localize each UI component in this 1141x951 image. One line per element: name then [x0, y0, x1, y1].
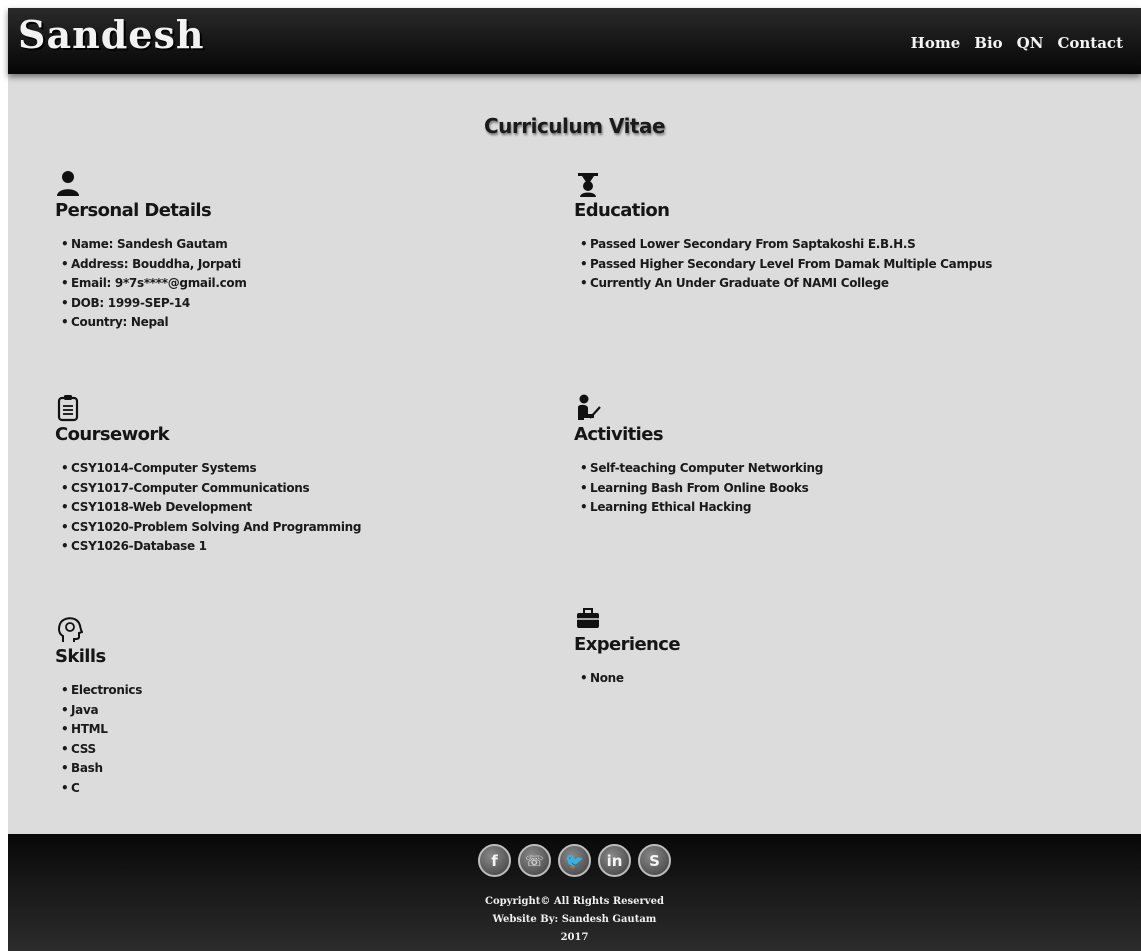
list-item: • Currently An Under Graduate Of NAMI Col…: [580, 276, 889, 291]
skills-list: • Electronics • Java • HTML • CSS • Bash • C: [55, 681, 595, 799]
graduate-icon: [578, 173, 598, 197]
section-education: Education • Passed Lower Secondary From S…: [574, 170, 1114, 294]
clipboard-icon: [57, 395, 79, 422]
list-item: • HTML: [61, 722, 108, 737]
nav-link-contact[interactable]: Contact: [1057, 34, 1123, 52]
list-item: • Name: Sandesh Gautam: [61, 237, 228, 251]
site-footer: f ☏ 🐦 in S Copyright© All Rights Reserve…: [8, 834, 1141, 951]
section-title: Experience: [574, 634, 681, 655]
personal-details-list: • Name: Sandesh Gautam • Address: Bouddha,…: [55, 235, 595, 333]
credit-text: Website By: Sandesh Gautam: [492, 914, 657, 925]
social-links: f ☏ 🐦 in S: [8, 844, 1141, 877]
list-item: • Passed Higher Secondary Level From Dama…: [580, 256, 993, 271]
user-icon: [57, 171, 79, 196]
list-item: • Self-teaching Computer Networking: [580, 461, 824, 475]
list-item: • CSS: [61, 741, 96, 756]
facebook-icon[interactable]: f: [478, 844, 511, 877]
education-list: • Passed Lower Secondary From Saptakoshi …: [574, 235, 1114, 294]
section-experience: Experience • None: [574, 604, 1114, 689]
briefcase-icon: [577, 608, 599, 628]
list-item: • None: [580, 671, 624, 685]
section-title: Personal Details: [55, 200, 212, 221]
section-title: Activities: [574, 424, 664, 445]
section-title: Education: [574, 200, 670, 221]
list-item: • C: [61, 780, 80, 795]
list-item: • CSY1020-Problem Solving And Programming: [61, 519, 362, 534]
linkedin-icon[interactable]: in: [598, 844, 631, 877]
list-item: • Email: 9*7s****@gmail.com: [61, 276, 247, 291]
reading-person-icon: [578, 394, 601, 420]
section-title: Coursework: [55, 424, 170, 445]
nav-link-bio[interactable]: Bio: [974, 34, 1002, 52]
twitter-icon[interactable]: 🐦: [558, 844, 591, 877]
experience-list: • None: [574, 669, 1114, 689]
activities-list: • Self-teaching Computer Networking • Lear…: [574, 459, 1114, 518]
nav-link-qn[interactable]: QN: [1017, 34, 1044, 52]
section-skills: Skills • Electronics • Java • HTML • CSS • Ba…: [55, 616, 595, 799]
main-content: Curriculum Vitae Personal Details • Name:…: [8, 74, 1141, 834]
section-coursework: Coursework • CSY1014-Computer Systems • CS…: [55, 394, 595, 557]
list-item: • Learning Ethical Hacking: [580, 500, 752, 515]
list-item: • Country: Nepal: [61, 315, 169, 330]
list-item: • Electronics: [61, 683, 143, 697]
skype-icon[interactable]: S: [638, 844, 671, 877]
list-item: • Learning Bash From Online Books: [580, 480, 809, 495]
list-item: • Address: Bouddha, Jorpati: [61, 256, 241, 271]
section-personal-details: Personal Details • Name: Sandesh Gautam •…: [55, 170, 595, 333]
viber-icon[interactable]: ☏: [518, 844, 551, 877]
list-item: • Java: [61, 702, 99, 717]
page-frame: Sandesh Home Bio QN Contact Curriculum V…: [8, 8, 1141, 951]
year-text: 2017: [560, 932, 589, 943]
section-activities: Activities • Self-teaching Computer Netwo…: [574, 394, 1114, 518]
nav-link-home[interactable]: Home: [911, 34, 961, 52]
coursework-list: • CSY1014-Computer Systems • CSY1017-Compu…: [55, 459, 595, 557]
list-item: • CSY1017-Computer Communications: [61, 480, 310, 495]
section-title: Skills: [55, 646, 106, 667]
list-item: • Bash: [61, 761, 103, 776]
list-item: • CSY1026-Database 1: [61, 539, 207, 554]
copyright-text: Copyright© All Rights Reserved: [485, 896, 664, 907]
list-item: • Passed Lower Secondary From Saptakoshi …: [580, 237, 916, 251]
site-header: Sandesh Home Bio QN Contact: [8, 8, 1141, 74]
list-item: • DOB: 1999-SEP-14: [61, 295, 190, 310]
main-nav: Home Bio QN Contact: [911, 34, 1123, 52]
list-item: • CSY1018-Web Development: [61, 500, 252, 515]
page-title: Curriculum Vitae: [483, 114, 666, 138]
site-logo[interactable]: Sandesh: [18, 12, 204, 57]
head-idea-icon: [58, 617, 83, 642]
list-item: • CSY1014-Computer Systems: [61, 461, 257, 475]
